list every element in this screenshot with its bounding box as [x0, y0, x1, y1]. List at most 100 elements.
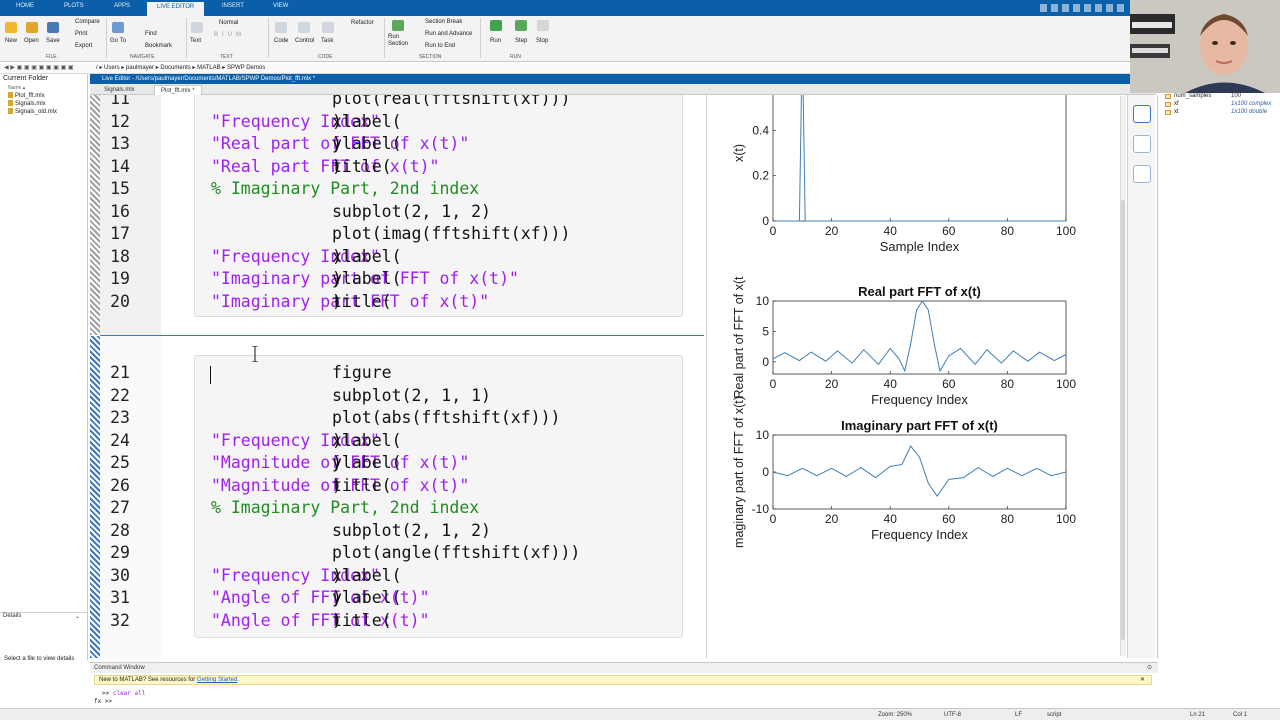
code-line[interactable]: 31 ylabel("Angle of FFT of x(t)")	[90, 587, 690, 610]
code-line[interactable]: 21 figure	[90, 362, 690, 385]
code-line[interactable]: 29 plot(angle(fftshift(xf)))	[90, 542, 690, 565]
tab-apps[interactable]: APPS	[114, 3, 130, 9]
close-icon[interactable]: ✕	[1140, 676, 1145, 685]
run-to-end-button[interactable]: Run to End	[425, 43, 455, 49]
code-line[interactable]: 28 subplot(2, 1, 2)	[90, 520, 690, 543]
line-number: 27	[110, 498, 130, 517]
new-icon[interactable]	[5, 22, 17, 33]
step-button[interactable]: Step	[515, 38, 527, 44]
getting-started-link[interactable]: Getting Started	[197, 677, 237, 683]
quick-access-icons	[1040, 4, 1126, 12]
back-arrow-icon[interactable]: ◀ ▶ ▣ ▣ ▣ ▣ ▣ ▣ ▣ ▣	[4, 63, 74, 74]
text-icon[interactable]	[191, 22, 203, 33]
tab-home[interactable]: HOME	[16, 3, 34, 9]
find-button[interactable]: Find	[145, 31, 157, 37]
code-icon[interactable]	[275, 22, 287, 33]
open-folder-icon[interactable]	[26, 22, 38, 33]
tab-view[interactable]: VIEW	[273, 3, 288, 9]
code-line[interactable]: 23 plot(abs(fftshift(xf)))	[90, 407, 690, 430]
goto-icon[interactable]	[112, 22, 124, 33]
tab-plot-fft[interactable]: Plot_fft.mlx *	[154, 85, 202, 95]
workspace-panel: num_samples 100 xf 1x100 complex xt 1x100 d…	[1157, 93, 1280, 658]
tab-signals[interactable]: Signals.mlx	[98, 85, 141, 95]
code-line[interactable]: 18 xlabel("Frequency Index")	[90, 246, 690, 269]
chevron-down-icon[interactable]: ⌄	[75, 613, 80, 620]
save-icon[interactable]	[47, 22, 59, 33]
line-number: 28	[110, 520, 130, 540]
refactor-button[interactable]: Refactor	[351, 20, 374, 26]
compare-button[interactable]: Compare	[75, 19, 100, 25]
comment: % Imaginary Part, 2nd index	[211, 498, 480, 517]
code-line[interactable]: 12 xlabel("Frequency Index")	[90, 111, 690, 134]
control-icon[interactable]	[298, 22, 310, 33]
details-label: Details	[3, 613, 22, 619]
code-token: ylabel(	[332, 134, 402, 153]
tab-live-editor[interactable]: LIVE EDITOR	[147, 2, 205, 16]
name-column-header[interactable]: Name ▴	[8, 85, 25, 91]
command-window[interactable]: Command Window ⊙ New to MATLAB? See resou…	[90, 662, 1158, 708]
code-line[interactable]: 26 title("Magnitude of FFT of x(t)")	[90, 475, 690, 498]
code-button[interactable]: Code	[274, 38, 288, 44]
style-select[interactable]: Normal	[219, 20, 238, 26]
task-icon[interactable]	[322, 22, 334, 33]
code-line[interactable]: 32 title("Angle of FFT of x(t)")	[90, 610, 690, 633]
command-input[interactable]: fx >>	[94, 698, 112, 705]
file-name: Plot_fft.mlx	[15, 93, 45, 99]
run-section-icon[interactable]	[392, 20, 404, 31]
file-item[interactable]: Plot_fft.mlx	[8, 92, 45, 99]
line-number: 20	[110, 291, 130, 311]
figure-output[interactable]: 0 20 40 60 80 10000.20.4Sample Indexx(t)0 20 40…	[707, 39, 1127, 658]
code-line[interactable]: 30 xlabel("Frequency Index")	[90, 565, 690, 588]
code-line[interactable]: 24 xlabel("Frequency Index")	[90, 430, 690, 453]
code-text: ylabel("Angle of FFT of x(t)")	[211, 587, 430, 610]
hide-code-icon[interactable]	[1133, 165, 1151, 183]
live-editor[interactable]: 11 plot(real(fftshift(xf))) 12 xlabel("Freq…	[90, 95, 704, 658]
task-button[interactable]: Task	[321, 38, 333, 44]
bookmark-button[interactable]: Bookmark	[145, 43, 172, 49]
code-line[interactable]: 13 ylabel("Real part of FFT of x(t)")	[90, 133, 690, 156]
code-line[interactable]: 19 ylabel("Imaginary part of FFT of x(t)"…	[90, 268, 690, 291]
control-button[interactable]: Control	[295, 38, 314, 44]
code-line[interactable]: 11 plot(real(fftshift(xf)))	[90, 95, 690, 111]
run-icon[interactable]	[490, 20, 502, 31]
file-item[interactable]: Signals.mlx	[8, 100, 46, 107]
file-item[interactable]: Signals_old.mlx	[8, 108, 57, 115]
scrollbar-thumb[interactable]	[1121, 200, 1125, 640]
code-line[interactable]: 14 title("Real part FFT of x(t)")	[90, 156, 690, 179]
zoom-level[interactable]: Zoom: 250%	[878, 709, 912, 720]
print-button[interactable]: Print	[75, 31, 87, 37]
group-navigate: NAVIGATE	[130, 54, 155, 60]
breadcrumb[interactable]: / ▸ Users ▸ paulmayer ▸ Documents ▸ MATL…	[96, 63, 265, 74]
new-button[interactable]: New	[5, 38, 17, 44]
export-button[interactable]: Export	[75, 43, 92, 49]
separator	[186, 18, 187, 58]
section-break-button[interactable]: Section Break	[425, 19, 462, 25]
output-right-icon[interactable]	[1133, 135, 1151, 153]
format-buttons[interactable]: BIUM	[214, 32, 245, 38]
code-line[interactable]: 15 % Imaginary Part, 2nd index	[90, 178, 690, 201]
tab-plots[interactable]: PLOTS	[64, 3, 84, 9]
stop-icon[interactable]	[537, 20, 549, 31]
goto-button[interactable]: Go To	[110, 38, 126, 44]
options-icon[interactable]: ⊙	[1147, 663, 1152, 673]
run-section-button[interactable]: Run Section	[388, 34, 408, 48]
tab-insert[interactable]: INSERT	[222, 3, 244, 9]
code-line[interactable]: 20 title("Imaginary part FFT of x(t)")	[90, 291, 690, 314]
run-button[interactable]: Run	[490, 38, 501, 44]
stop-button[interactable]: Stop	[536, 38, 548, 44]
code-text: xlabel("Frequency Index")	[211, 246, 402, 269]
run-and-advance-button[interactable]: Run and Advance	[425, 31, 472, 37]
text-button[interactable]: Text	[190, 38, 201, 44]
code-line[interactable]: 25 ylabel("Magnitude of FFT of x(t)")	[90, 452, 690, 475]
save-button[interactable]: Save	[46, 38, 60, 44]
details-header[interactable]: Details ⌄	[0, 612, 88, 622]
string-literal: "Angle of FFT of x(t)"	[211, 610, 430, 630]
code-token: )	[332, 430, 342, 450]
code-line[interactable]: 27 % Imaginary Part, 2nd index	[90, 497, 690, 520]
code-line[interactable]: 17 plot(imag(fftshift(xf)))	[90, 223, 690, 246]
open-button[interactable]: Open	[24, 38, 39, 44]
code-line[interactable]: 16 subplot(2, 1, 2)	[90, 201, 690, 224]
output-inline-icon[interactable]	[1133, 105, 1151, 123]
code-line[interactable]: 22 subplot(2, 1, 1)	[90, 385, 690, 408]
step-icon[interactable]	[515, 20, 527, 31]
